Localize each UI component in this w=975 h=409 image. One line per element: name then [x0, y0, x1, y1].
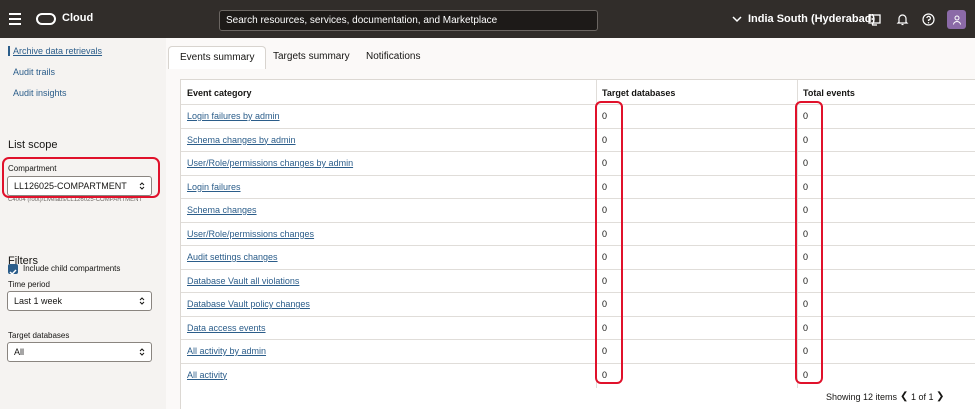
- event-category-link[interactable]: Database Vault all violations: [187, 276, 299, 286]
- table-row: Login failures by admin 0 0: [181, 104, 975, 127]
- target-databases-label: Target databases: [8, 331, 70, 340]
- item-count: Showing 12 items: [826, 392, 898, 402]
- table-row: Audit settings changes 0 0: [181, 245, 975, 268]
- sidebar: Archive data retrievals Audit trails Aud…: [0, 38, 166, 409]
- app-window: Cloud Search resources, services, docume…: [0, 0, 975, 409]
- event-category-link[interactable]: Schema changes by admin: [187, 135, 296, 145]
- highlight-box-target-databases: [595, 101, 623, 384]
- table-row: User/Role/permissions changes 0 0: [181, 221, 975, 245]
- page-indicator: 1 of 1: [911, 392, 934, 402]
- table-row: Database Vault all violations 0 0: [181, 268, 975, 292]
- cloud-shell-icon[interactable]: [868, 13, 881, 26]
- user-icon: [952, 15, 961, 25]
- filters-heading: Filters: [8, 255, 38, 267]
- event-category-link[interactable]: Login failures by admin: [187, 111, 280, 121]
- chevron-updown-icon: [139, 297, 145, 305]
- target-databases-value: All: [14, 347, 25, 357]
- table-row: All activity by admin 0 0: [181, 339, 975, 362]
- table-row: All activity 0 0: [181, 362, 975, 386]
- event-category-link[interactable]: User/Role/permissions changes by admin: [187, 158, 353, 168]
- time-period-select[interactable]: Last 1 week: [7, 291, 152, 311]
- events-table: Event category Target databases Total ev…: [180, 79, 975, 409]
- top-navigation-bar: Cloud Search resources, services, docume…: [0, 0, 975, 38]
- user-avatar[interactable]: [947, 10, 966, 29]
- help-icon[interactable]: [922, 13, 935, 26]
- previous-page-icon[interactable]: ❮: [900, 391, 908, 402]
- column-header-total-events: Total events: [803, 88, 855, 98]
- sidebar-item-audit-trails[interactable]: Audit trails: [13, 67, 55, 77]
- tab-targets-summary[interactable]: Targets summary: [262, 46, 361, 69]
- time-period-value: Last 1 week: [14, 296, 63, 306]
- event-category-link[interactable]: All activity by admin: [187, 346, 266, 356]
- table-row: Data access events 0 0: [181, 315, 975, 339]
- event-category-link[interactable]: Login failures: [187, 182, 241, 192]
- list-scope-heading: List scope: [8, 139, 58, 151]
- event-category-link[interactable]: All activity: [187, 370, 227, 380]
- region-label: India South (Hyderabad): [748, 13, 876, 25]
- chevron-updown-icon: [139, 348, 145, 356]
- table-row: Login failures 0 0: [181, 174, 975, 198]
- table-row: Schema changes 0 0: [181, 198, 975, 221]
- event-category-link[interactable]: Audit settings changes: [187, 252, 278, 262]
- table-row: Database Vault policy changes 0 0: [181, 292, 975, 315]
- event-category-link[interactable]: User/Role/permissions changes: [187, 229, 314, 239]
- table-row: Schema changes by admin 0 0: [181, 127, 975, 151]
- sidebar-item-archive-data-retrievals[interactable]: Archive data retrievals: [8, 46, 102, 56]
- highlight-box-compartment: [2, 157, 160, 198]
- time-period-label: Time period: [8, 280, 50, 289]
- tab-events-summary[interactable]: Events summary: [168, 46, 267, 69]
- search-input[interactable]: Search resources, services, documentatio…: [219, 10, 598, 31]
- region-selector[interactable]: India South (Hyderabad): [732, 13, 875, 25]
- event-category-link[interactable]: Schema changes: [187, 205, 257, 215]
- column-header-target-databases: Target databases: [602, 88, 676, 98]
- bell-icon[interactable]: [896, 13, 909, 26]
- oracle-logo-icon[interactable]: [36, 13, 56, 25]
- column-header-event-category: Event category: [187, 88, 252, 98]
- event-category-link[interactable]: Data access events: [187, 323, 266, 333]
- brand-label: Cloud: [62, 12, 94, 24]
- tab-notifications[interactable]: Notifications: [355, 46, 431, 69]
- next-page-icon[interactable]: ❯: [936, 391, 944, 402]
- check-icon: [9, 269, 17, 276]
- event-category-link[interactable]: Database Vault policy changes: [187, 299, 310, 309]
- highlight-box-total-events: [795, 101, 823, 384]
- menu-icon[interactable]: [9, 13, 21, 25]
- chevron-down-icon: [732, 15, 742, 22]
- table-row: User/Role/permissions changes by admin 0 0: [181, 151, 975, 174]
- target-databases-select[interactable]: All: [7, 342, 152, 362]
- sidebar-item-audit-insights[interactable]: Audit insights: [13, 88, 67, 98]
